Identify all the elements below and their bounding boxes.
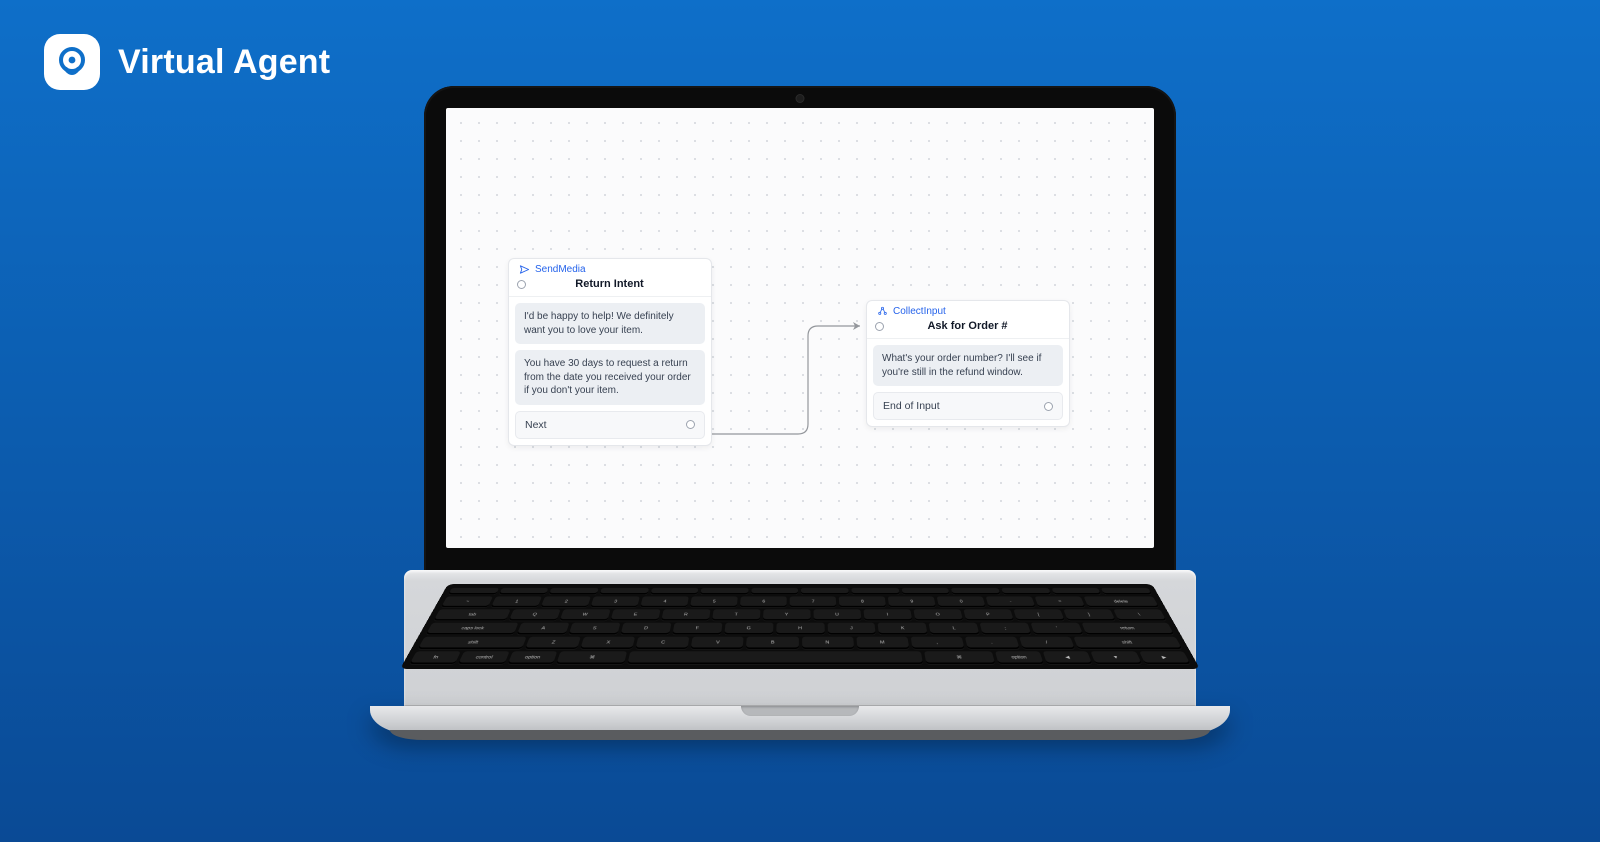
node-message[interactable]: I'd be happy to help! We definitely want… (515, 303, 705, 344)
send-icon (519, 264, 530, 275)
brand-logo-icon (44, 34, 100, 90)
node-body: What's your order number? I'll see if yo… (867, 339, 1069, 426)
node-message[interactable]: You have 30 days to request a return fro… (515, 350, 705, 405)
node-header: Ask for Order # (867, 319, 1069, 339)
laptop-front-lip (370, 706, 1230, 734)
outlet-label: Next (525, 419, 547, 431)
input-port[interactable] (875, 322, 884, 331)
node-outlet[interactable]: End of Input (873, 392, 1063, 420)
collect-input-icon (877, 306, 888, 317)
node-title: Ask for Order # (884, 320, 1061, 332)
flow-node-collectinput[interactable]: CollectInput Ask for Order # What's your… (866, 300, 1070, 427)
laptop-lid: SendMedia Return Intent I'd be happy to … (424, 86, 1176, 578)
laptop-keyboard: ~1234567890-=delete tabQWERTYUIOP[]\ cap… (400, 584, 1200, 669)
node-header: Return Intent (509, 277, 711, 297)
node-type-label: CollectInput (867, 301, 1069, 319)
node-title: Return Intent (526, 278, 703, 290)
laptop-mock: SendMedia Return Intent I'd be happy to … (370, 86, 1230, 734)
node-outlet[interactable]: Next (515, 411, 705, 439)
output-port[interactable] (686, 420, 695, 429)
node-message[interactable]: What's your order number? I'll see if yo… (873, 345, 1063, 386)
node-body: I'd be happy to help! We definitely want… (509, 297, 711, 445)
node-type-text: SendMedia (535, 264, 586, 275)
input-port[interactable] (517, 280, 526, 289)
node-type-text: CollectInput (893, 306, 946, 317)
node-type-label: SendMedia (509, 259, 711, 277)
laptop-deck: ~1234567890-=delete tabQWERTYUIOP[]\ cap… (370, 570, 1230, 734)
flow-canvas[interactable]: SendMedia Return Intent I'd be happy to … (446, 108, 1154, 548)
flow-node-sendmedia[interactable]: SendMedia Return Intent I'd be happy to … (508, 258, 712, 446)
brand-header: Virtual Agent (44, 34, 330, 90)
output-port[interactable] (1044, 402, 1053, 411)
outlet-label: End of Input (883, 400, 940, 412)
brand-title: Virtual Agent (118, 43, 330, 82)
